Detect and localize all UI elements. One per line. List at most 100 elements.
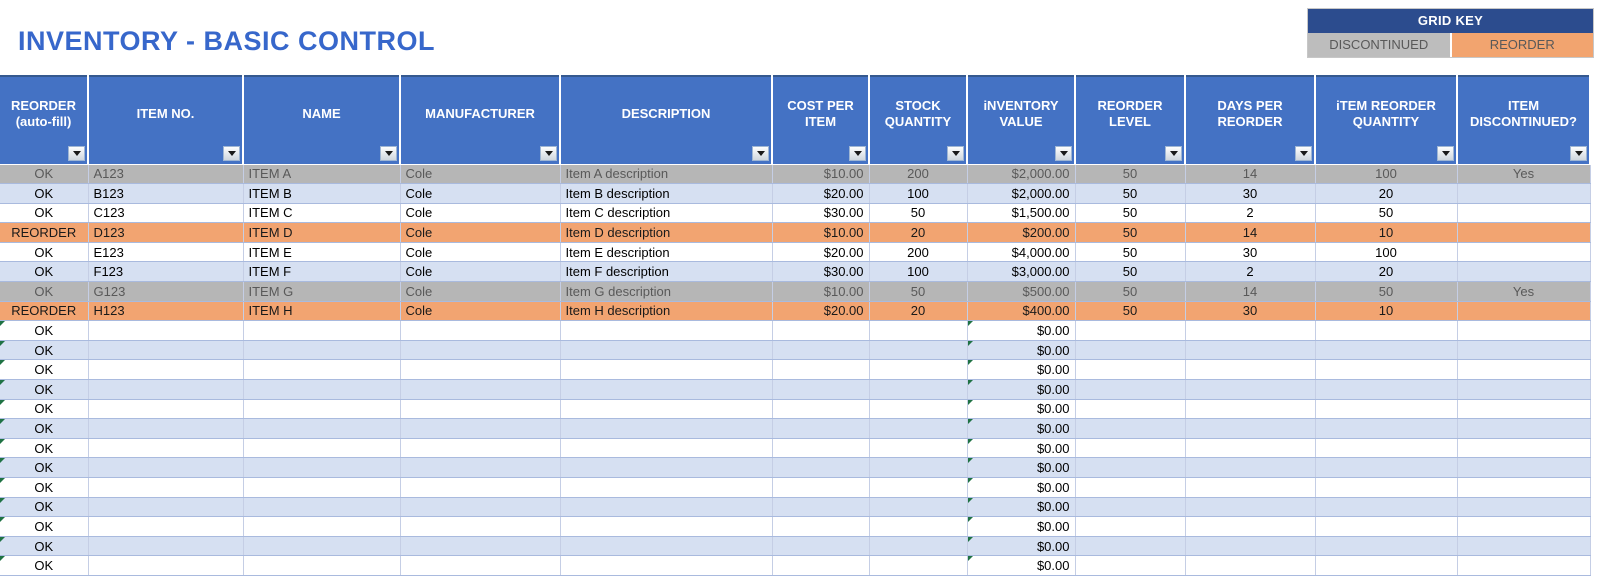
cell-manufacturer[interactable] [400,340,560,360]
cell-stock_quantity[interactable] [869,438,967,458]
cell-status[interactable]: OK [0,438,88,458]
cell-item_no[interactable] [88,478,243,498]
cell-status[interactable]: OK [0,517,88,537]
cell-inventory_value[interactable]: $2,000.00 [967,164,1075,184]
cell-status[interactable]: REORDER [0,223,88,243]
cell-description[interactable]: Item H description [560,301,772,321]
cell-inventory_value[interactable]: $200.00 [967,223,1075,243]
cell-inventory_value[interactable]: $1,500.00 [967,203,1075,223]
cell-inventory_value[interactable]: $0.00 [967,478,1075,498]
cell-cost_per_item[interactable] [772,399,869,419]
cell-days_per_reorder[interactable]: 30 [1185,301,1315,321]
cell-cost_per_item[interactable] [772,478,869,498]
cell-inventory_value[interactable]: $0.00 [967,321,1075,341]
cell-cost_per_item[interactable] [772,438,869,458]
cell-item_no[interactable] [88,497,243,517]
cell-description[interactable]: Item D description [560,223,772,243]
cell-manufacturer[interactable]: Cole [400,223,560,243]
cell-description[interactable] [560,321,772,341]
cell-reorder_level[interactable] [1075,419,1185,439]
cell-item_reorder_quantity[interactable]: 100 [1315,242,1457,262]
cell-days_per_reorder[interactable]: 30 [1185,242,1315,262]
cell-name[interactable] [243,478,400,498]
cell-stock_quantity[interactable] [869,340,967,360]
cell-days_per_reorder[interactable] [1185,419,1315,439]
cell-item_no[interactable] [88,340,243,360]
cell-item_discontinued[interactable] [1457,556,1590,576]
cell-inventory_value[interactable]: $4,000.00 [967,242,1075,262]
cell-manufacturer[interactable] [400,419,560,439]
cell-item_discontinued[interactable] [1457,380,1590,400]
cell-item_reorder_quantity[interactable] [1315,438,1457,458]
cell-inventory_value[interactable]: $0.00 [967,536,1075,556]
cell-inventory_value[interactable]: $0.00 [967,399,1075,419]
cell-status[interactable]: OK [0,184,88,204]
cell-stock_quantity[interactable] [869,360,967,380]
cell-days_per_reorder[interactable]: 2 [1185,203,1315,223]
cell-inventory_value[interactable]: $3,000.00 [967,262,1075,282]
cell-stock_quantity[interactable]: 200 [869,164,967,184]
cell-inventory_value[interactable]: $0.00 [967,360,1075,380]
cell-description[interactable] [560,340,772,360]
cell-manufacturer[interactable] [400,380,560,400]
cell-stock_quantity[interactable]: 20 [869,301,967,321]
cell-name[interactable] [243,438,400,458]
cell-manufacturer[interactable] [400,536,560,556]
cell-item_no[interactable]: B123 [88,184,243,204]
cell-name[interactable] [243,536,400,556]
cell-cost_per_item[interactable] [772,360,869,380]
cell-reorder_level[interactable] [1075,458,1185,478]
cell-manufacturer[interactable] [400,497,560,517]
cell-reorder_level[interactable]: 50 [1075,262,1185,282]
cell-reorder_level[interactable]: 50 [1075,301,1185,321]
cell-status[interactable]: OK [0,282,88,302]
cell-cost_per_item[interactable] [772,458,869,478]
cell-item_discontinued[interactable]: Yes [1457,164,1590,184]
cell-status[interactable]: OK [0,340,88,360]
cell-item_no[interactable]: D123 [88,223,243,243]
cell-name[interactable]: ITEM H [243,301,400,321]
cell-manufacturer[interactable]: Cole [400,301,560,321]
cell-item_reorder_quantity[interactable]: 50 [1315,203,1457,223]
cell-item_discontinued[interactable] [1457,340,1590,360]
cell-reorder_level[interactable]: 50 [1075,184,1185,204]
cell-description[interactable]: Item G description [560,282,772,302]
cell-cost_per_item[interactable]: $30.00 [772,203,869,223]
cell-item_no[interactable]: E123 [88,242,243,262]
cell-description[interactable] [560,419,772,439]
cell-name[interactable] [243,399,400,419]
cell-stock_quantity[interactable] [869,380,967,400]
cell-item_no[interactable]: F123 [88,262,243,282]
cell-item_discontinued[interactable] [1457,478,1590,498]
cell-status[interactable]: OK [0,497,88,517]
cell-description[interactable] [560,458,772,478]
cell-item_no[interactable] [88,321,243,341]
cell-name[interactable] [243,517,400,537]
cell-item_discontinued[interactable] [1457,399,1590,419]
cell-inventory_value[interactable]: $500.00 [967,282,1075,302]
cell-manufacturer[interactable]: Cole [400,164,560,184]
cell-item_reorder_quantity[interactable] [1315,458,1457,478]
cell-stock_quantity[interactable]: 200 [869,242,967,262]
cell-cost_per_item[interactable] [772,340,869,360]
cell-item_no[interactable] [88,438,243,458]
cell-days_per_reorder[interactable] [1185,478,1315,498]
cell-description[interactable]: Item B description [560,184,772,204]
cell-days_per_reorder[interactable] [1185,556,1315,576]
cell-item_no[interactable] [88,536,243,556]
filter-dropdown-icon[interactable] [1165,146,1182,161]
cell-description[interactable] [560,478,772,498]
cell-status[interactable]: OK [0,536,88,556]
cell-item_reorder_quantity[interactable]: 20 [1315,184,1457,204]
cell-item_reorder_quantity[interactable] [1315,478,1457,498]
cell-item_discontinued[interactable] [1457,242,1590,262]
cell-cost_per_item[interactable]: $10.00 [772,282,869,302]
cell-cost_per_item[interactable] [772,419,869,439]
cell-stock_quantity[interactable] [869,517,967,537]
cell-description[interactable] [560,380,772,400]
cell-inventory_value[interactable]: $400.00 [967,301,1075,321]
cell-cost_per_item[interactable]: $20.00 [772,242,869,262]
cell-cost_per_item[interactable] [772,517,869,537]
cell-name[interactable]: ITEM G [243,282,400,302]
cell-reorder_level[interactable] [1075,380,1185,400]
